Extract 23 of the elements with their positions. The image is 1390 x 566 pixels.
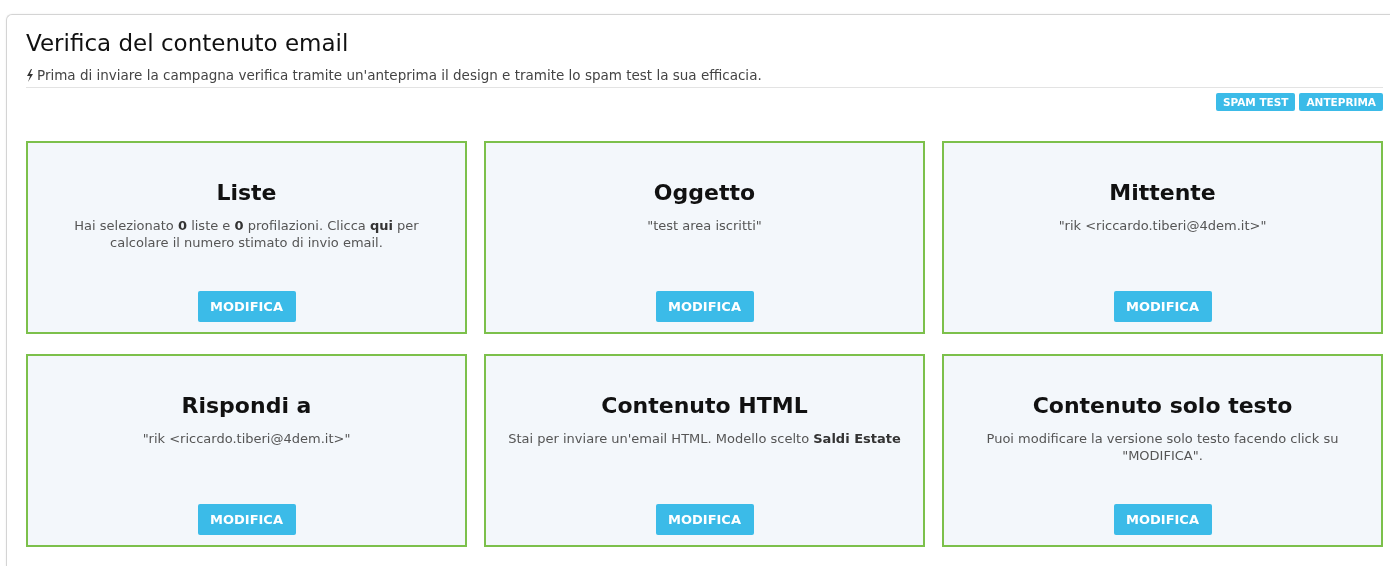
edit-button[interactable]: MODIFICA	[655, 291, 754, 322]
card-title: Contenuto HTML	[601, 392, 808, 420]
card-text: "test area iscritti"	[647, 217, 762, 235]
edit-button[interactable]: MODIFICA	[197, 504, 296, 535]
card-title: Mittente	[1109, 179, 1216, 207]
card-title: Contenuto solo testo	[1032, 392, 1293, 420]
card-text: Hai selezionato 0 liste e 0 profilazioni. Clicca qui per calcolare il numero stimato di invio email.	[73, 217, 420, 252]
edit-button[interactable]: MODIFICA	[655, 504, 754, 535]
card-text: Stai per inviare un'email HTML. Modello scelto Saldi Estate	[508, 430, 901, 448]
edit-button[interactable]: MODIFICA	[197, 291, 296, 322]
action-button[interactable]: ANTEPRIMA	[1299, 93, 1383, 111]
edit-button[interactable]: MODIFICA	[1113, 504, 1212, 535]
action-button[interactable]: SPAM TEST	[1215, 93, 1296, 111]
edit-button[interactable]: MODIFICA	[1113, 291, 1212, 322]
card-text: "rik <riccardo.tiberi@4dem.it>"	[142, 430, 351, 448]
lightning-icon	[26, 68, 34, 82]
card-title: Oggetto	[653, 179, 756, 207]
page-title: Verifica del contenuto email	[26, 29, 350, 57]
card-text: Puoi modificare la versione solo testo facendo click su "MODIFICA".	[985, 430, 1340, 465]
card-title: Rispondi a	[181, 392, 312, 420]
card-text: "rik <riccardo.tiberi@4dem.it>"	[1058, 217, 1267, 235]
page-subtitle: Prima di inviare la campagna verifica tramite un'anteprima il design e tramite lo spam test la sua efficacia.	[37, 67, 762, 83]
card-title: Liste	[216, 179, 277, 207]
